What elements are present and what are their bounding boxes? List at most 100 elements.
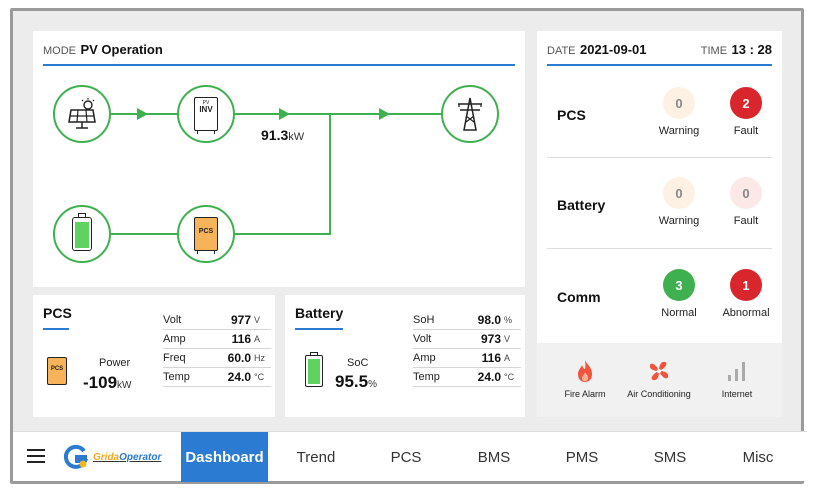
battery-card-icon [305,352,323,387]
comm-abnormal-caption: Abnormal [722,307,770,319]
table-row: Freq 60.0 Hz [163,349,271,368]
nav-misc[interactable]: Misc [713,432,803,482]
pcs-power-unit: kW [117,380,132,391]
pcs-card-icon: PCS [47,357,67,385]
flow-arrow-3 [379,108,390,120]
battery-warning-caption: Warning [658,215,700,227]
time-value: 13 : 28 [731,42,772,57]
table-row: Volt 977 V [163,311,271,330]
nav-bms[interactable]: BMS [449,432,539,482]
bottom-nav: GridaOperator Dashboard Trend PCS BMS PM… [13,431,807,482]
pcs-warning-caption: Warning [658,125,700,137]
pcs-power-value: -109 [83,373,118,392]
pcs-card-title: PCS [43,305,72,321]
brand-name-prefix: Grida [93,451,120,463]
pcs-power-readout: -109kW [83,373,131,393]
pcs-fault-badge[interactable]: 2 [730,87,762,119]
inverter-label: INV [199,105,213,114]
fan-icon [649,361,669,381]
table-row: Temp 24.0 °C [163,368,271,387]
battery-card-underline [295,328,343,330]
pcs-device-label: PCS [198,228,214,235]
status-panel: DATE 2021-09-01 TIME 13 : 28 PCS 0 Warni… [537,31,782,343]
brand-logo-icon [63,444,89,469]
table-row: SoH 98.0% [413,311,521,330]
date-value: 2021-09-01 [579,42,647,57]
flow-arrow-2 [279,108,290,120]
brand-name: GridaOperator [93,452,161,463]
internet-label: Internet [721,389,753,399]
internet-item[interactable]: Internet [697,359,777,399]
flow-line-vertical [329,113,331,235]
fire-alarm-label: Fire Alarm [564,389,606,399]
battery-card-title: Battery [295,305,344,321]
air-conditioning-label: Air Conditioning [627,389,691,399]
dashboard-frame: MODE PV Operation 91.3kW PV INV PCS DATE… [10,8,807,484]
pcs-card[interactable]: PCS PCS Power -109kW Volt 977 V Amp 116 A Fr… [33,295,275,417]
status-divider-1 [547,157,772,158]
time-label: TIME [700,45,728,57]
transmission-tower-icon [458,97,482,131]
comm-normal-caption: Normal [661,307,697,319]
flow-arrow-1 [137,108,148,120]
soc-value: 95.5 [335,372,369,391]
battery-warning-badge[interactable]: 0 [663,177,695,209]
mode-rule [43,64,515,66]
brand-name-suffix: Operator [119,451,162,463]
date-block: DATE 2021-09-01 [547,41,646,59]
time-block: TIME 13 : 28 [701,41,772,59]
nav-pcs[interactable]: PCS [361,432,451,482]
inverter-icon: PV INV [194,97,218,134]
mode-label: MODE [43,45,76,57]
flow-line-pcs-bus [235,233,331,235]
status-pcs-label: PCS [557,107,586,123]
pcs-node[interactable]: PCS [177,205,235,263]
flow-panel: MODE PV Operation 91.3kW PV INV PCS [33,31,525,287]
air-conditioning-item[interactable]: Air Conditioning [619,359,699,399]
table-row: Amp 116 A [163,330,271,349]
table-row: Volt 973 V [413,330,521,349]
soc-readout: 95.5% [335,372,377,392]
table-row: Amp 116 A [413,349,521,368]
flow-line-battery-pcs [111,233,177,235]
signal-bars-icon [728,362,745,381]
mode-value: PV Operation [80,42,163,57]
pcs-card-icon-label: PCS [50,366,64,372]
nav-dashboard[interactable]: Dashboard [181,432,268,482]
table-row: Temp 24.0 °C [413,368,521,387]
battery-icon [72,213,92,251]
nav-sms[interactable]: SMS [625,432,715,482]
battery-metrics-table: SoH 98.0% Volt 973 V Amp 116 A Temp 24.0 °C [413,311,521,387]
hamburger-menu-icon[interactable] [27,449,45,463]
mode-header: MODE PV Operation [43,41,163,59]
alarm-strip: Fire Alarm Air Conditioning Internet [537,343,782,417]
status-divider-2 [547,248,772,249]
comm-abnormal-badge[interactable]: 1 [730,269,762,301]
battery-node[interactable] [53,205,111,263]
brand-logo[interactable]: GridaOperator [63,444,161,470]
flow-line-inv-grid [235,113,441,115]
status-comm-label: Comm [557,289,601,305]
flow-power-value: 91.3 [261,127,289,143]
battery-fault-badge[interactable]: 0 [730,177,762,209]
flow-power-readout: 91.3kW [261,127,304,143]
nav-trend[interactable]: Trend [271,432,361,482]
nav-pms[interactable]: PMS [537,432,627,482]
battery-card[interactable]: Battery SoC 95.5% SoH 98.0% Volt 973 V Amp 1… [285,295,525,417]
comm-normal-badge[interactable]: 3 [663,269,695,301]
battery-fault-caption: Fault [733,215,759,227]
fire-alarm-item[interactable]: Fire Alarm [545,359,625,399]
status-battery-label: Battery [557,197,606,213]
pcs-power-label: Power [99,357,131,369]
pcs-card-underline [43,328,69,330]
pcs-fault-caption: Fault [733,125,759,137]
date-rule [547,64,772,66]
pcs-device-icon: PCS [194,217,218,254]
soc-label: SoC [347,357,369,369]
date-label: DATE [547,45,576,57]
soc-unit: % [368,379,377,390]
inverter-node[interactable]: PV INV [177,85,235,143]
pcs-warning-badge[interactable]: 0 [663,87,695,119]
solar-node[interactable] [53,85,111,143]
grid-node[interactable] [441,85,499,143]
